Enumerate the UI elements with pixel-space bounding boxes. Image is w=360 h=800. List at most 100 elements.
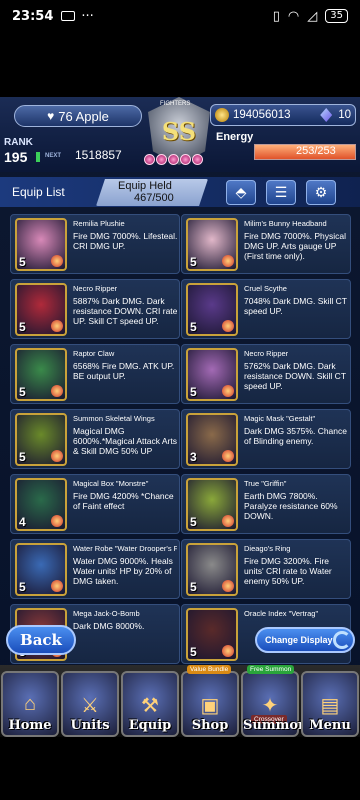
equipment-name: True "Griffin" — [244, 479, 287, 488]
energy-label: Energy — [216, 131, 254, 143]
element-icon — [222, 320, 234, 332]
nav-summon[interactable]: ✦ Free Summon Crossover Summon — [241, 665, 307, 737]
equip-list-title: Equip List — [12, 185, 65, 199]
element-icon — [51, 255, 63, 267]
equipment-card[interactable]: 3 Magic Mask "Gestalt" Dark DMG 3575%. Cha… — [181, 409, 351, 469]
star-icon — [156, 154, 167, 165]
equipment-card[interactable]: 5 Cruel Scythe 7048% Dark DMG. Skill CT sp… — [181, 279, 351, 339]
equipment-level: 5 — [190, 645, 197, 659]
nav-equip[interactable]: ⚒ Equip — [121, 671, 179, 737]
equipment-description: Water DMG 9000%. Heals Water units' HP b… — [73, 556, 173, 586]
sort-button[interactable]: ☰ — [266, 180, 296, 205]
status-bar: 23:54 ··· ▯ ◠ ◿ 35 — [0, 0, 360, 32]
nav-label: Equip — [128, 718, 172, 733]
element-icon — [222, 255, 234, 267]
equipment-card[interactable]: 5 Raptor Claw 6568% Fire DMG. ATK UP. BE o… — [10, 344, 180, 404]
equip-held-box: Equip Held 467/500 — [96, 179, 208, 206]
equipment-description: Fire DMG 4200% *Chance of Faint effect — [73, 491, 174, 511]
equipment-level: 4 — [19, 515, 26, 529]
equipment-thumbnail: 5 — [15, 218, 67, 271]
star-icon — [168, 154, 179, 165]
equipment-thumbnail: 5 — [186, 608, 238, 661]
equipment-description: Fire DMG 7000%. Physical DMG UP. Arts ga… — [244, 231, 347, 261]
equipment-card[interactable]: 5 True "Griffin" Earth DMG 7800%. Paralyze… — [181, 474, 351, 534]
equipment-thumbnail: 5 — [15, 348, 67, 401]
equip-held-value: 467/500 — [134, 192, 174, 204]
equipment-thumbnail: 5 — [15, 283, 67, 336]
equipment-description: Fire DMG 3200%. Fire units' CRI rate to … — [244, 556, 332, 586]
player-name-box[interactable]: ♥ 76 Apple — [14, 105, 142, 127]
signal-icon: ◿ — [307, 8, 318, 24]
star-icon — [144, 154, 155, 165]
equipment-description: 5887% Dark DMG. Dark resistance DOWN. CR… — [73, 296, 178, 326]
currency-box[interactable]: 194056013 10 — [210, 104, 356, 126]
nav-shop[interactable]: ▣ Value Bundle Shop — [181, 665, 239, 737]
equipment-name: Remilia Plushie — [73, 219, 125, 228]
equipment-thumbnail: 5 — [15, 543, 67, 596]
equipment-description: 6568% Fire DMG. ATK UP. BE output UP. — [73, 361, 175, 381]
equipment-name: Summon Skeletal Wings — [73, 414, 155, 423]
equipment-card[interactable]: 5 Dieago's Ring Fire DMG 3200%. Fire units… — [181, 539, 351, 599]
element-icon — [51, 515, 63, 527]
equipment-name: Cruel Scythe — [244, 284, 287, 293]
equipment-description: Dark DMG 3575%. Chance of Blinding enemy… — [244, 426, 347, 446]
nav-menu[interactable]: ▤ Menu — [301, 671, 359, 737]
nav-badge: Free Summon — [247, 665, 295, 674]
gem-count: 194056013 — [233, 109, 291, 121]
nav-badge: Value Bundle — [187, 665, 232, 674]
equipment-name: Dieago's Ring — [244, 544, 291, 553]
equipment-level: 3 — [190, 450, 197, 464]
equipment-name: Mega Jack-O-Bomb — [73, 609, 140, 618]
equipment-description: Magical DMG 6000%.*Magical Attack Arts &… — [73, 426, 177, 456]
equipment-level: 5 — [19, 450, 26, 464]
equipment-card[interactable]: 5 Milim's Bunny Headband Fire DMG 7000%. P… — [181, 214, 351, 274]
equipment-description: 7048% Dark DMG. Skill CT speed UP. — [244, 296, 347, 316]
change-display-button[interactable]: Change Display — [255, 627, 355, 653]
equipment-list: 5 Remilia Plushie Fire DMG 7000%. Lifestea… — [0, 212, 360, 737]
crystal-icon — [320, 108, 333, 122]
equipment-name: Water Robe "Water Drooper's Fairy Earrin… — [73, 544, 177, 553]
rank-label: RANK — [4, 137, 33, 148]
rank-stars — [144, 154, 203, 165]
nav-label: Shop — [191, 718, 229, 733]
equipment-name: Necro Ripper — [244, 349, 289, 358]
element-icon — [222, 515, 234, 527]
equipment-thumbnail: 5 — [186, 543, 238, 596]
equipment-description: 5762% Dark DMG. Dark resistance DOWN. Sk… — [244, 361, 346, 391]
equipment-card[interactable]: 4 Magical Box "Monstre" Fire DMG 4200% *Ch… — [10, 474, 180, 534]
element-icon — [222, 385, 234, 397]
equipment-card[interactable]: 5 Water Robe "Water Drooper's Fairy Earri… — [10, 539, 180, 599]
equipment-card[interactable]: 5 Remilia Plushie Fire DMG 7000%. Lifestea… — [10, 214, 180, 274]
equipment-level: 5 — [19, 385, 26, 399]
change-display-label: Change Display — [265, 635, 333, 645]
equipment-level: 5 — [19, 580, 26, 594]
youtube-icon — [61, 11, 76, 21]
equipment-thumbnail: 3 — [186, 413, 238, 466]
element-icon — [51, 580, 63, 592]
equipment-description: Fire DMG 7000%. Lifesteal. CRI DMG UP. — [73, 231, 178, 251]
nav-units[interactable]: ⚔ Units — [61, 671, 119, 737]
element-icon — [222, 645, 234, 657]
crystal-count: 10 — [338, 109, 351, 121]
equipment-thumbnail: 5 — [186, 283, 238, 336]
back-button[interactable]: Back — [6, 625, 76, 655]
player-name: 76 Apple — [58, 108, 109, 124]
nav-home[interactable]: ⌂ Home — [1, 671, 59, 737]
home-icon: ⌂ — [23, 693, 37, 715]
equipment-card[interactable]: 5 Necro Ripper 5887% Dark DMG. Dark resist… — [10, 279, 180, 339]
equipment-card[interactable]: 5 Necro Ripper 5762% Dark DMG. Dark resist… — [181, 344, 351, 404]
equipment-level: 5 — [19, 320, 26, 334]
equipment-card[interactable]: 5 Summon Skeletal Wings Magical DMG 6000%.… — [10, 409, 180, 469]
emblem-grade: SS — [161, 116, 197, 146]
equipment-level: 5 — [190, 320, 197, 334]
settings-button[interactable]: ⚙ — [306, 180, 336, 205]
gear-icon: ⚙ — [314, 184, 328, 200]
equipment-description: Dark DMG 8000%. — [73, 621, 145, 631]
wifi-icon: ◠ — [287, 8, 300, 24]
element-icon — [51, 385, 63, 397]
player-header: ♥ 76 Apple RANK 195 NEXT 1518857 SS FIGH… — [0, 97, 360, 172]
tag-button[interactable]: ⬘ — [226, 180, 256, 205]
nav-label: Menu — [309, 718, 351, 733]
more-icon: ··· — [81, 8, 94, 24]
equipment-level: 5 — [190, 255, 197, 269]
